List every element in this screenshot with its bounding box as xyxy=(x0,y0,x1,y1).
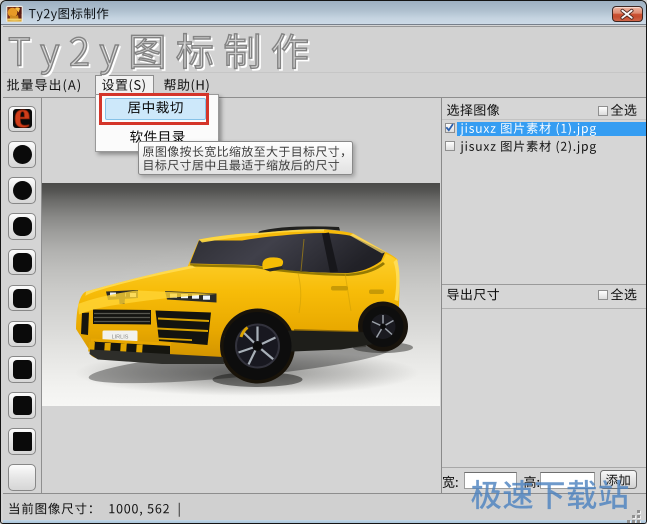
svg-text:LIRLIS: LIRLIS xyxy=(112,335,129,341)
